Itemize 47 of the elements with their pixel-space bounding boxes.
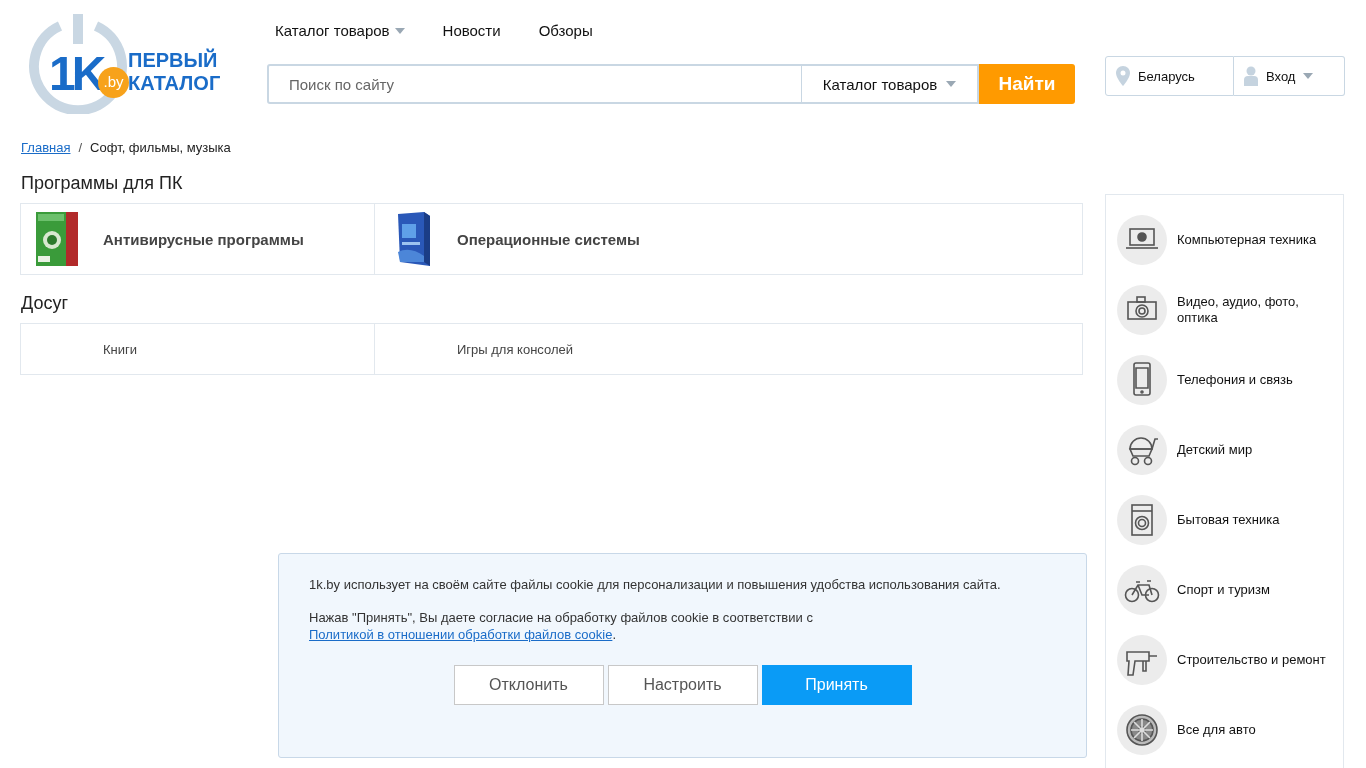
category-link[interactable]: Спорт и туризм xyxy=(1177,582,1270,598)
region-button[interactable]: Беларусь xyxy=(1105,56,1234,96)
breadcrumb-separator: / xyxy=(78,140,83,155)
category-dropdown[interactable]: Каталог товаров xyxy=(802,64,979,104)
drill-icon[interactable] xyxy=(1117,635,1167,685)
category-link[interactable]: Компьютерная техника xyxy=(1177,232,1317,248)
section-title: Программы для ПК xyxy=(21,173,184,194)
category-tile[interactable]: Игры для консолей xyxy=(375,324,1082,374)
wheel-icon[interactable] xyxy=(1117,705,1167,755)
breadcrumb-link[interactable]: Главная xyxy=(21,140,71,155)
section-title: Досуг xyxy=(21,293,69,314)
nav-link[interactable]: Обзоры xyxy=(538,22,593,39)
category-tile[interactable]: Книги xyxy=(21,324,375,374)
camera-icon[interactable] xyxy=(1117,285,1167,335)
category-link[interactable]: Телефония и связь xyxy=(1177,372,1293,388)
consent-text: Нажав "Принять", Вы даете согласие на обработку файлов cookie в соответствии с Политикой в отношении обработки файлов cookie. xyxy=(309,609,814,643)
cookie-button[interactable]: Настроить xyxy=(607,665,758,705)
caret-icon xyxy=(1303,73,1314,79)
location-pin-icon xyxy=(1116,66,1130,86)
breadcrumb-current: Софт, фильмы, музыка xyxy=(90,140,231,155)
login-button[interactable]: Вход xyxy=(1234,56,1345,96)
laptop-icon[interactable] xyxy=(1117,215,1167,265)
washing-machine-icon[interactable] xyxy=(1117,495,1167,545)
category-tile[interactable]: Антивирусные программы xyxy=(21,204,375,274)
category-label: Книги xyxy=(103,341,138,357)
category-link[interactable]: Строительство и ремонт xyxy=(1177,652,1326,668)
cookie-button[interactable]: Отклонить xyxy=(453,665,604,705)
category-label: Антивирусные программы xyxy=(103,230,304,248)
power-ring-icon xyxy=(28,14,128,114)
category-link[interactable]: Видео, аудио, фото, оптика xyxy=(1177,294,1337,326)
logo-text: КАТАЛОГ xyxy=(128,72,221,95)
category-link[interactable]: Бытовая техника xyxy=(1177,512,1280,528)
logo-text: ПЕРВЫЙ xyxy=(128,49,219,72)
stroller-icon[interactable] xyxy=(1117,425,1167,475)
category-label: Игры для консолей xyxy=(457,341,573,357)
phone-icon[interactable] xyxy=(1117,355,1167,405)
bicycle-icon[interactable] xyxy=(1117,565,1167,615)
caret-icon xyxy=(946,81,957,87)
search-field[interactable]: Поиск по сайту xyxy=(267,64,802,104)
category-label: Операционные системы xyxy=(457,230,640,248)
user-icon xyxy=(1244,66,1258,86)
category-link[interactable]: Детский мир xyxy=(1177,442,1253,458)
nav-link[interactable]: Каталог товаров xyxy=(275,22,405,39)
nav-link[interactable]: Новости xyxy=(442,22,501,39)
category-link[interactable]: Все для авто xyxy=(1177,722,1256,738)
category-tile[interactable]: Операционные системы xyxy=(375,204,1082,274)
cookie-text: 1k.by использует на своём сайте файлы cookie для персонализации и повышения удобства использования сайта. xyxy=(309,576,1002,593)
